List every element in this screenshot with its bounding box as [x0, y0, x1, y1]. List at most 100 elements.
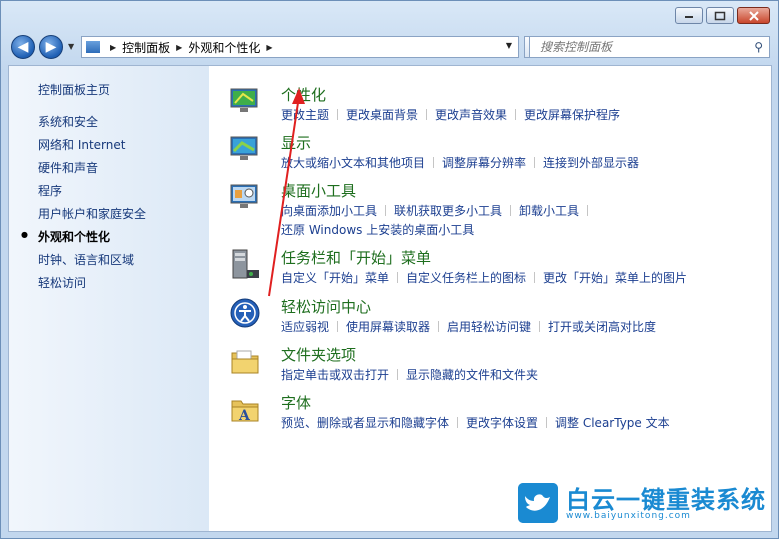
link-change-start-picture[interactable]: 更改「开始」菜单上的图片 — [543, 271, 687, 285]
sidebar-item-user-accounts[interactable]: 用户帐户和家庭安全 — [38, 205, 146, 228]
link-restore-gadgets[interactable]: 还原 Windows 上安装的桌面小工具 — [281, 223, 474, 237]
category-title-fonts[interactable]: 字体 — [281, 392, 311, 413]
sidebar-item-network[interactable]: 网络和 Internet — [38, 136, 146, 159]
sidebar-item-hardware-sound[interactable]: 硬件和声音 — [38, 159, 146, 182]
taskbar-icon[interactable] — [229, 248, 261, 280]
link-divider — [534, 157, 536, 168]
link-divider — [539, 321, 541, 332]
category-links: 自定义「开始」菜单 自定义任务栏上的图标 更改「开始」菜单上的图片 — [281, 269, 687, 286]
watermark-text: 白云一键重装系统 — [566, 486, 766, 514]
category-title-gadgets[interactable]: 桌面小工具 — [281, 180, 356, 201]
svg-text:A: A — [238, 408, 251, 424]
category-links: 适应弱视 使用屏幕读取器 启用轻松访问键 打开或关闭高对比度 — [281, 318, 656, 335]
chevron-right-icon[interactable]: ▶ — [266, 43, 272, 52]
minimize-icon — [685, 15, 693, 18]
maximize-button[interactable] — [706, 7, 734, 24]
link-change-theme[interactable]: 更改主题 — [281, 108, 329, 122]
search-box[interactable]: ⚲ — [529, 36, 770, 58]
close-button[interactable] — [737, 7, 770, 24]
link-divider — [438, 321, 440, 332]
link-divider — [546, 417, 548, 428]
link-zoom-text[interactable]: 放大或缩小文本和其他项目 — [281, 156, 425, 170]
back-arrow-icon: ◀ — [17, 39, 29, 55]
category-title-display[interactable]: 显示 — [281, 132, 311, 153]
history-dropdown-icon[interactable]: ▼ — [68, 42, 74, 51]
sidebar-item-ease-of-access[interactable]: 轻松访问 — [38, 274, 146, 297]
forward-button[interactable]: ▶ — [39, 35, 63, 59]
maximize-icon — [714, 11, 726, 20]
link-divider — [534, 272, 536, 283]
control-panel-icon — [86, 41, 100, 53]
link-add-gadgets[interactable]: 向桌面添加小工具 — [281, 204, 377, 218]
link-click-to-open[interactable]: 指定单击或双击打开 — [281, 368, 389, 382]
sidebar-home-link[interactable]: 控制面板主页 — [38, 81, 110, 98]
ease-of-access-icon[interactable] — [229, 297, 261, 329]
link-show-hidden-files[interactable]: 显示隐藏的文件和文件夹 — [406, 368, 538, 382]
link-screen-resolution[interactable]: 调整屏幕分辨率 — [442, 156, 526, 170]
link-low-vision[interactable]: 适应弱视 — [281, 320, 329, 334]
link-divider — [397, 272, 399, 283]
display-icon[interactable] — [229, 133, 261, 165]
category-links: 指定单击或双击打开 显示隐藏的文件和文件夹 — [281, 366, 538, 383]
back-button[interactable]: ◀ — [11, 35, 35, 59]
category-title-ease-of-access[interactable]: 轻松访问中心 — [281, 296, 371, 317]
chevron-down-icon[interactable]: ▼ — [506, 41, 512, 50]
link-cleartype[interactable]: 调整 ClearType 文本 — [555, 416, 670, 430]
link-change-screensaver[interactable]: 更改屏幕保护程序 — [524, 108, 620, 122]
link-screen-reader[interactable]: 使用屏幕读取器 — [346, 320, 430, 334]
breadcrumb-control-panel[interactable]: 控制面板 — [122, 39, 170, 56]
chevron-right-icon[interactable]: ▶ — [176, 43, 182, 52]
address-bar[interactable]: ▶ 控制面板 ▶ 外观和个性化 ▶ ▼ — [81, 36, 519, 58]
fonts-icon[interactable]: A — [229, 393, 261, 425]
link-divider — [337, 321, 339, 332]
link-divider — [515, 109, 517, 120]
link-divider — [337, 109, 339, 120]
link-customize-start-menu[interactable]: 自定义「开始」菜单 — [281, 271, 389, 285]
link-font-settings[interactable]: 更改字体设置 — [466, 416, 538, 430]
sidebar-item-appearance: 外观和个性化 — [21, 228, 146, 251]
title-bar — [1, 1, 778, 31]
main-panel: 个性化 更改主题 更改桌面背景 更改声音效果 更改屏幕保护程序 显示 放大或缩小文本和… — [219, 66, 771, 531]
link-customize-taskbar-icons[interactable]: 自定义任务栏上的图标 — [406, 271, 526, 285]
minimize-button[interactable] — [675, 7, 703, 24]
category-links: 向桌面添加小工具 联机获取更多小工具 卸载小工具 — [281, 202, 596, 219]
category-title-personalization[interactable]: 个性化 — [281, 84, 326, 105]
link-access-keys[interactable]: 启用轻松访问键 — [447, 320, 531, 334]
link-divider — [426, 109, 428, 120]
link-external-display[interactable]: 连接到外部显示器 — [543, 156, 639, 170]
breadcrumb-appearance[interactable]: 外观和个性化 — [188, 39, 260, 56]
link-divider — [433, 157, 435, 168]
watermark-logo-icon — [518, 483, 558, 523]
link-divider — [385, 205, 387, 216]
gadgets-icon[interactable] — [229, 181, 261, 213]
close-icon — [748, 10, 759, 21]
link-divider — [397, 369, 399, 380]
category-title-folder-options[interactable]: 文件夹选项 — [281, 344, 356, 365]
category-links: 放大或缩小文本和其他项目 调整屏幕分辨率 连接到外部显示器 — [281, 154, 639, 171]
link-high-contrast[interactable]: 打开或关闭高对比度 — [548, 320, 656, 334]
category-links: 更改主题 更改桌面背景 更改声音效果 更改屏幕保护程序 — [281, 106, 620, 123]
window: ◀ ▶ ▼ ▶ 控制面板 ▶ 外观和个性化 ▶ ▼ ⟳ ⚲ 控制面板主页 系统和… — [0, 0, 779, 539]
link-uninstall-gadget[interactable]: 卸载小工具 — [519, 204, 579, 218]
link-change-background[interactable]: 更改桌面背景 — [346, 108, 418, 122]
link-get-more-gadgets[interactable]: 联机获取更多小工具 — [394, 204, 502, 218]
category-links: 预览、删除或者显示和隐藏字体 更改字体设置 调整 ClearType 文本 — [281, 414, 670, 431]
sidebar-item-clock-language[interactable]: 时钟、语言和区域 — [38, 251, 146, 274]
content-area: 控制面板主页 系统和安全 网络和 Internet 硬件和声音 程序 用户帐户和… — [8, 65, 772, 532]
folder-icon[interactable] — [229, 345, 261, 377]
link-change-sounds[interactable]: 更改声音效果 — [435, 108, 507, 122]
sidebar: 控制面板主页 系统和安全 网络和 Internet 硬件和声音 程序 用户帐户和… — [9, 66, 209, 531]
search-input[interactable] — [538, 39, 742, 55]
category-title-taskbar[interactable]: 任务栏和「开始」菜单 — [281, 247, 431, 268]
personalization-icon[interactable] — [229, 85, 261, 117]
link-preview-fonts[interactable]: 预览、删除或者显示和隐藏字体 — [281, 416, 449, 430]
sidebar-list: 系统和安全 网络和 Internet 硬件和声音 程序 用户帐户和家庭安全 外观… — [21, 113, 146, 297]
link-divider — [457, 417, 459, 428]
sidebar-item-programs[interactable]: 程序 — [38, 182, 146, 205]
search-icon[interactable]: ⚲ — [754, 40, 763, 54]
category-links-second-row: 还原 Windows 上安装的桌面小工具 — [281, 221, 474, 238]
link-divider — [510, 205, 512, 216]
watermark-url: www.baiyunxitong.com — [566, 511, 691, 521]
chevron-right-icon[interactable]: ▶ — [110, 43, 116, 52]
sidebar-item-system-security[interactable]: 系统和安全 — [38, 113, 146, 136]
